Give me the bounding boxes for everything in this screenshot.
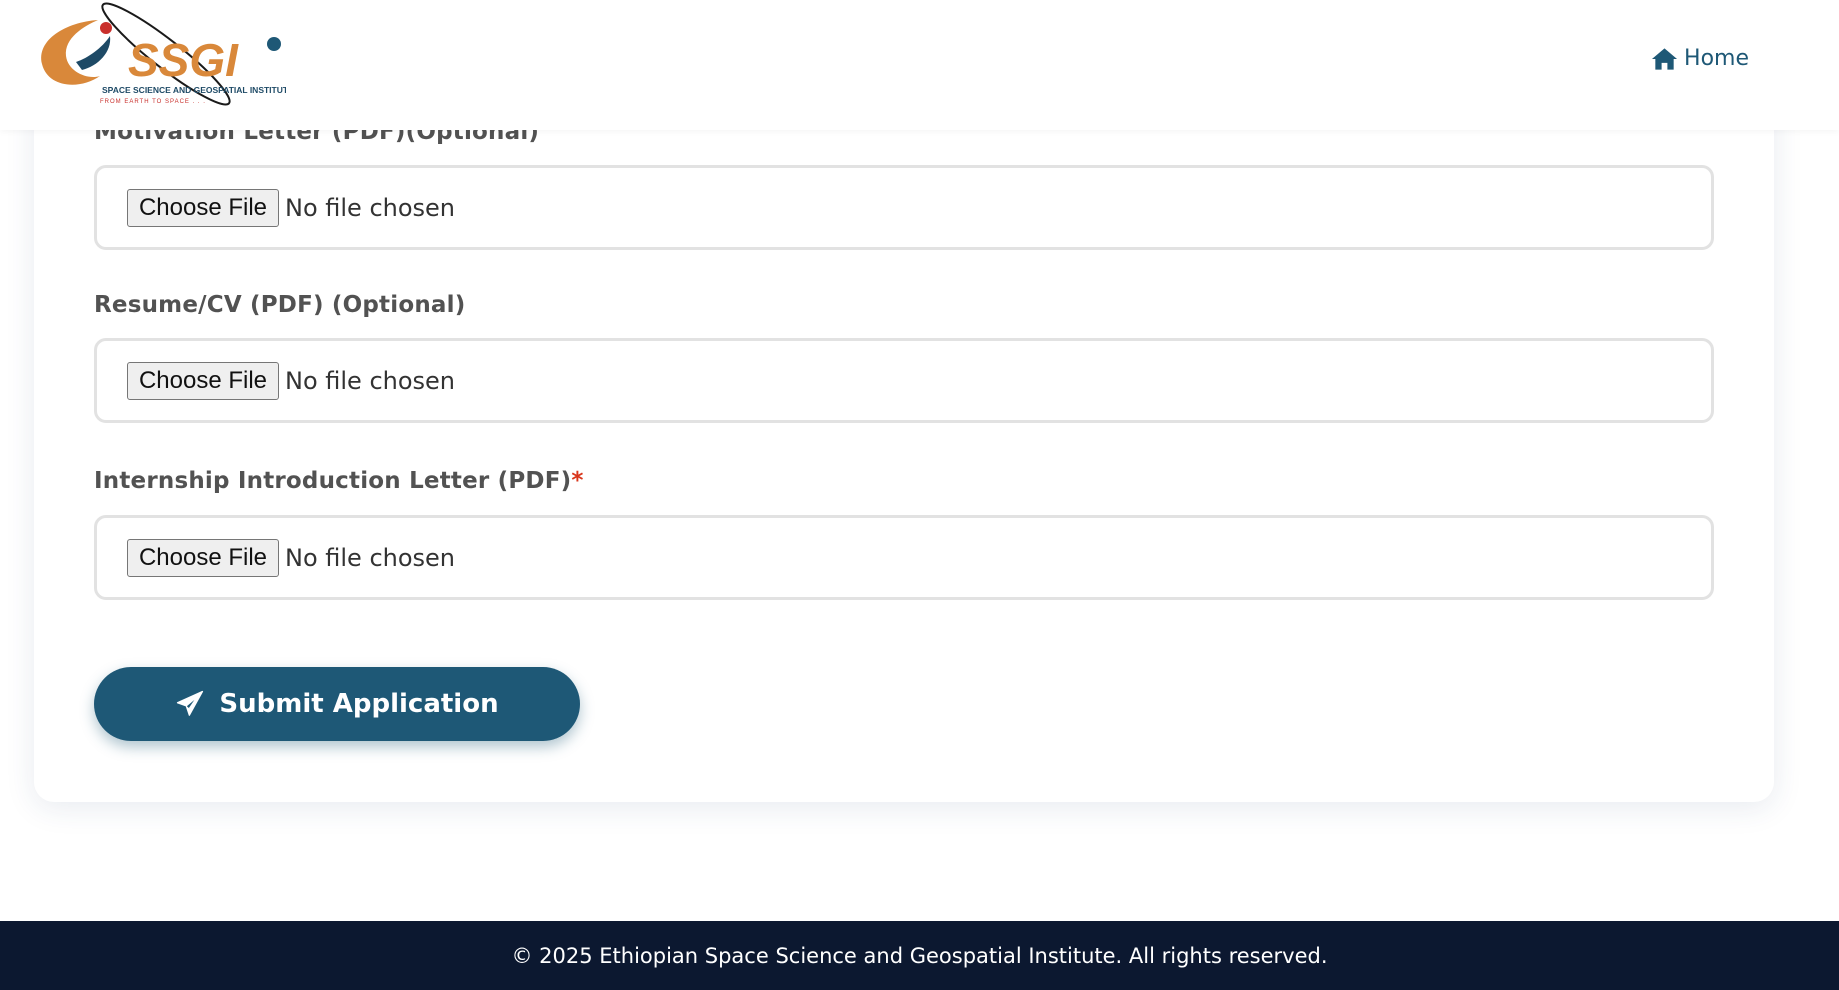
- motivation-choose-file-button[interactable]: Choose File: [127, 188, 279, 227]
- home-icon: [1651, 47, 1678, 70]
- resume-file-status: No file chosen: [285, 366, 456, 395]
- resume-choose-file-button[interactable]: Choose File: [127, 361, 279, 400]
- svg-text:SSGI: SSGI: [128, 34, 239, 86]
- submit-application-button[interactable]: Submit Application: [94, 667, 580, 741]
- logo-motto: FROM EARTH TO SPACE . . .: [100, 99, 206, 105]
- submit-label: Submit Application: [219, 689, 499, 719]
- paper-plane-icon: [177, 690, 204, 716]
- logo-wordmark: SSGI: [128, 34, 239, 86]
- motivation-file-status: No file chosen: [285, 193, 456, 222]
- resume-label: Resume/CV (PDF) (Optional): [94, 292, 466, 318]
- site-header: SSGI SPACE SCIENCE AND GEOSPATIAL INSTIT…: [0, 0, 1839, 130]
- internship-letter-label-text: Internship Introduction Letter (PDF): [94, 468, 572, 494]
- site-footer: © 2025 Ethiopian Space Science and Geosp…: [0, 921, 1839, 990]
- internship-choose-file-button[interactable]: Choose File: [127, 538, 279, 577]
- logo-tagline: SPACE SCIENCE AND GEOSPATIAL INSTITUTE: [102, 85, 286, 95]
- required-marker: *: [571, 468, 584, 494]
- motivation-letter-file-input[interactable]: Choose File No file chosen: [94, 165, 1714, 250]
- ssgi-logo[interactable]: SSGI SPACE SCIENCE AND GEOSPATIAL INSTIT…: [36, 0, 286, 112]
- resume-file-input[interactable]: Choose File No file chosen: [94, 338, 1714, 423]
- copyright-text: © 2025 Ethiopian Space Science and Geosp…: [511, 943, 1328, 968]
- internship-letter-label: Internship Introduction Letter (PDF)*: [94, 468, 584, 494]
- nav-home-label: Home: [1684, 46, 1749, 71]
- internship-file-status: No file chosen: [285, 543, 456, 572]
- page: Motivation Letter (PDF)(Optional) Choose…: [0, 0, 1839, 990]
- internship-letter-file-input[interactable]: Choose File No file chosen: [94, 515, 1714, 600]
- nav-home-link[interactable]: Home: [1651, 46, 1749, 71]
